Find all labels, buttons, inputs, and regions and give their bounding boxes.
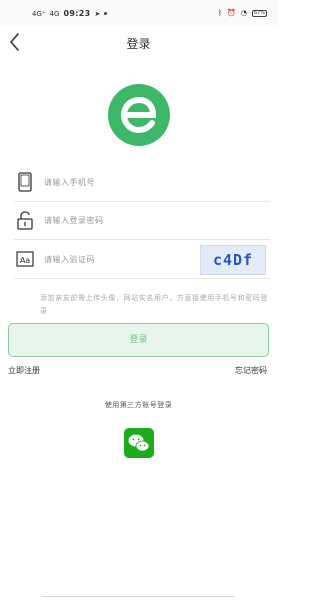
bluetooth-icon: ᛒ — [217, 9, 223, 17]
signal-1: 4G⁺ — [32, 9, 46, 18]
lock-icon — [17, 211, 33, 230]
wifi-icon: ◔ — [240, 9, 247, 17]
svg-text:Aa: Aa — [20, 256, 30, 265]
status-left: 4G⁺ 4G 09:23 ➤ — [32, 9, 108, 18]
page-title: 登录 — [126, 37, 151, 51]
captcha-row[interactable]: Aa 请输入验证码 c4Df — [14, 243, 270, 279]
nav-bar: 登录 — [0, 26, 277, 60]
alarm-icon: ⏰ — [227, 9, 236, 17]
text-aa-icon: Aa — [16, 251, 34, 267]
forgot-password-link[interactable]: 忘记密码 — [235, 365, 267, 376]
phone-input[interactable]: 请输入手机号 — [44, 177, 95, 188]
nav-arrow-icon: ➤ — [94, 9, 101, 18]
hint-text: 添加亲友前需上传头像，网站实名用户，方直接使用手机号和密码登录 — [40, 294, 268, 315]
captcha-image[interactable]: c4Df — [200, 245, 266, 275]
register-link[interactable]: 立即注册 — [8, 365, 40, 376]
phone-icon — [18, 172, 32, 192]
captcha-input[interactable]: 请输入验证码 — [44, 254, 95, 265]
wechat-icon[interactable] — [124, 428, 154, 458]
status-right: ᛒ ⏰ ◔ 67% — [218, 9, 267, 17]
status-time: 09:23 — [63, 9, 91, 18]
signal-2: 4G — [49, 9, 60, 18]
app-logo-icon — [108, 84, 170, 146]
third-party-label: 使用第三方账号登录 — [104, 401, 173, 409]
status-bar: 4G⁺ 4G 09:23 ➤ ᛒ ⏰ ◔ 67% — [0, 0, 277, 26]
battery-icon: 67% — [252, 9, 267, 17]
password-input[interactable]: 请输入登录密码 — [44, 215, 104, 226]
phone-row[interactable]: 请输入手机号 — [14, 166, 270, 202]
login-button[interactable]: 登录 — [8, 323, 269, 357]
notification-dot-icon — [104, 12, 108, 15]
home-indicator — [42, 596, 235, 597]
password-row[interactable]: 请输入登录密码 — [14, 204, 270, 240]
